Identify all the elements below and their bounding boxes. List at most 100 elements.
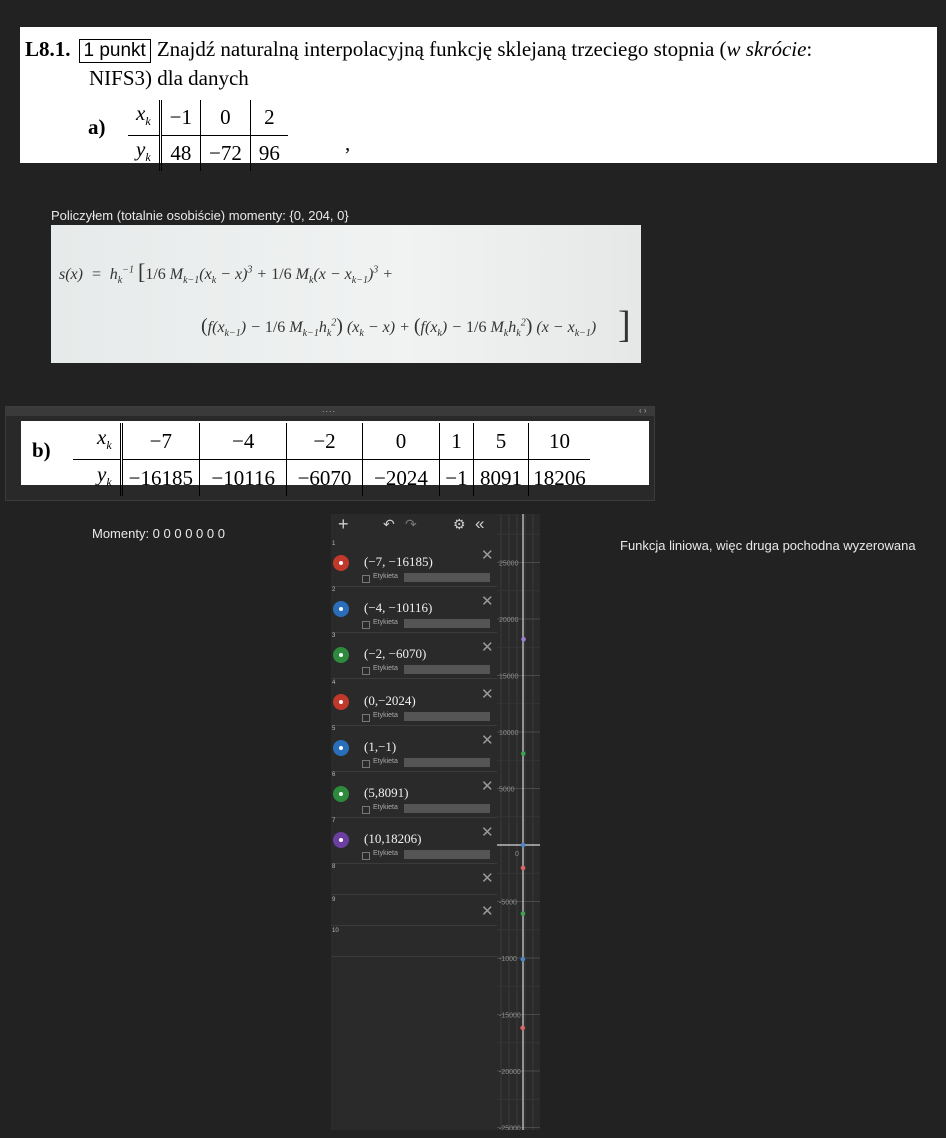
point-visibility-icon[interactable] bbox=[333, 555, 349, 571]
yk-header: yk bbox=[73, 459, 123, 497]
y-tick-label: -5000 bbox=[499, 900, 517, 907]
b-x-cell: 5 bbox=[473, 423, 530, 461]
graph-point[interactable] bbox=[520, 911, 526, 916]
algebra-row[interactable]: 2 (−4, −10116) Etykieta ✕ bbox=[331, 586, 497, 634]
close-icon[interactable]: ✕ bbox=[481, 592, 494, 610]
label-input[interactable] bbox=[404, 850, 490, 860]
note-moments-a: Policzyłem (totalnie osobiście) momenty:… bbox=[51, 208, 349, 223]
undo-icon[interactable]: ↶ bbox=[383, 516, 395, 533]
label-input[interactable] bbox=[404, 757, 490, 767]
graph-point[interactable] bbox=[520, 842, 526, 848]
point-expression[interactable]: (10,18206) bbox=[364, 831, 421, 847]
task-text-2: : bbox=[806, 37, 813, 61]
point-visibility-icon[interactable] bbox=[333, 647, 349, 664]
label-checkbox[interactable] bbox=[362, 575, 370, 583]
graph-point[interactable] bbox=[520, 865, 526, 871]
note-linear: Funkcja liniowa, więc druga pochodna wyz… bbox=[620, 538, 916, 553]
close-icon[interactable]: ✕ bbox=[481, 777, 494, 795]
point-visibility-icon[interactable] bbox=[333, 786, 349, 802]
b-y-cell: −6070 bbox=[286, 459, 363, 497]
algebra-row[interactable]: 4 (0,−2024) Etykieta ✕ bbox=[331, 679, 497, 726]
label-checkbox[interactable] bbox=[362, 759, 370, 768]
algebra-row[interactable]: 5 (1,−1) Etykieta ✕ bbox=[331, 725, 497, 772]
close-icon[interactable]: ✕ bbox=[481, 823, 494, 841]
row-index: 9 bbox=[332, 897, 336, 904]
graph-point[interactable] bbox=[520, 957, 526, 962]
label-input[interactable] bbox=[404, 619, 490, 629]
point-expression[interactable]: (−4, −10116) bbox=[364, 600, 432, 616]
algebra-row[interactable]: 3 (−2, −6070) Etykieta ✕ bbox=[331, 632, 497, 680]
row-index: 3 bbox=[332, 633, 336, 640]
graphics-view[interactable]: 25000 20000 15000 10000 5000 0 -5000 -1000 -1500… bbox=[497, 505, 540, 1133]
close-icon[interactable]: ✕ bbox=[481, 685, 494, 703]
graph-svg: 25000 20000 15000 10000 5000 0 -5000 -1000 -1500… bbox=[497, 505, 540, 1133]
close-icon[interactable]: ✕ bbox=[481, 638, 494, 656]
a-x-cell: 0 bbox=[200, 100, 251, 137]
drag-handle-icon[interactable]: .... bbox=[322, 404, 336, 414]
point-expression[interactable]: (−7, −16185) bbox=[364, 554, 433, 570]
label-input[interactable] bbox=[404, 711, 490, 721]
label-checkbox[interactable] bbox=[362, 852, 370, 861]
y-tick-label: -15000 bbox=[499, 1013, 521, 1020]
comma: , bbox=[345, 131, 351, 155]
label-text: Etykieta bbox=[373, 757, 398, 765]
close-icon[interactable]: ✕ bbox=[481, 869, 494, 887]
label-text: Etykieta bbox=[373, 804, 398, 811]
point-visibility-icon[interactable] bbox=[333, 601, 349, 618]
part-b-label: b) bbox=[32, 438, 51, 462]
row-index: 6 bbox=[332, 772, 336, 778]
b-x-cell: −7 bbox=[121, 423, 201, 461]
y-tick-label: 10000 bbox=[499, 730, 519, 737]
point-visibility-icon[interactable] bbox=[333, 693, 349, 710]
point-expression[interactable]: (−2, −6070) bbox=[364, 646, 426, 662]
label-checkbox[interactable] bbox=[362, 806, 370, 814]
add-icon[interactable]: + bbox=[338, 514, 349, 535]
label-checkbox[interactable] bbox=[362, 621, 370, 630]
a-x-cell: 2 bbox=[250, 100, 288, 137]
expand-arrows-icon[interactable]: ‹ › bbox=[639, 406, 647, 415]
graph-point[interactable] bbox=[520, 1025, 525, 1031]
close-icon[interactable]: ✕ bbox=[481, 731, 494, 749]
y-tick-label: -25000 bbox=[499, 1126, 521, 1131]
task-text-line2: NIFS3) dla danych bbox=[89, 66, 249, 90]
algebra-row[interactable]: 10 bbox=[331, 927, 497, 958]
point-expression[interactable]: (5,8091) bbox=[364, 785, 408, 801]
task-header: L8.1. 1 punkt Znajdź naturalną interpolacy… bbox=[20, 27, 937, 172]
yk-header: yk bbox=[128, 135, 162, 172]
table-b-panel: b) xk −7 −4 −2 0 1 5 10 yk −16185 −10116 bbox=[21, 421, 649, 497]
point-visibility-icon[interactable] bbox=[333, 739, 349, 756]
b-y-cell: −16185 bbox=[121, 459, 201, 497]
label-text: Etykieta bbox=[373, 711, 398, 719]
b-y-cell: −10116 bbox=[199, 459, 288, 497]
algebra-row[interactable]: 7 (10,18206) Etykieta ✕ bbox=[331, 817, 497, 865]
note-moments-b: Momenty: 0 0 0 0 0 0 0 bbox=[92, 526, 225, 541]
y-tick-label: 0 bbox=[515, 851, 519, 858]
collapse-icon[interactable]: « bbox=[475, 514, 484, 534]
algebra-row[interactable]: 8 ✕ bbox=[331, 863, 497, 896]
point-expression[interactable]: (1,−1) bbox=[364, 739, 396, 755]
algebra-row[interactable]: 6 (5,8091) Etykieta ✕ bbox=[331, 771, 497, 818]
b-y-cell: 8091 bbox=[473, 459, 530, 497]
label-checkbox[interactable] bbox=[362, 667, 370, 676]
label-input[interactable] bbox=[404, 573, 490, 582]
algebra-row[interactable]: 9 ✕ bbox=[331, 896, 497, 927]
gear-icon[interactable]: ⚙ bbox=[453, 516, 466, 533]
algebra-row[interactable]: 1 (−7, −16185) Etykieta ✕ bbox=[331, 540, 497, 587]
label-input[interactable] bbox=[404, 665, 490, 675]
close-icon[interactable]: ✕ bbox=[481, 546, 494, 564]
a-y-cell: −72 bbox=[200, 135, 251, 172]
algebra-toolbar: + ↶ ↷ ⚙ « bbox=[331, 514, 497, 538]
graph-point[interactable] bbox=[520, 751, 526, 756]
graph-point[interactable] bbox=[521, 636, 526, 642]
row-index: 5 bbox=[332, 725, 336, 732]
b-x-cell: 0 bbox=[362, 423, 441, 461]
xk-header: xk bbox=[128, 100, 162, 137]
label-input[interactable] bbox=[404, 804, 490, 813]
redo-icon[interactable]: ↷ bbox=[405, 516, 417, 533]
point-visibility-icon[interactable] bbox=[333, 832, 349, 849]
label-checkbox[interactable] bbox=[362, 713, 370, 722]
row-index: 2 bbox=[332, 587, 336, 594]
table-b-window: .... ‹ › b) xk −7 −4 −2 0 1 5 10 yk −161… bbox=[5, 404, 655, 501]
close-icon[interactable]: ✕ bbox=[481, 902, 494, 920]
point-expression[interactable]: (0,−2024) bbox=[364, 693, 416, 709]
